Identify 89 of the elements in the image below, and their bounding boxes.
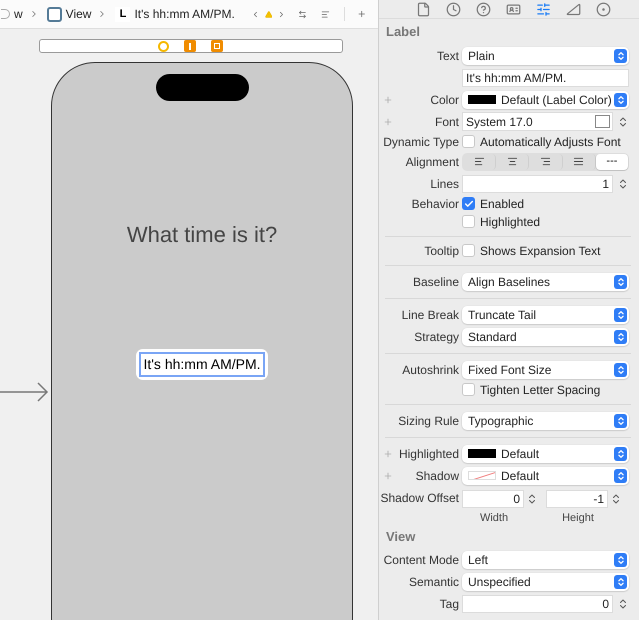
- section-header: View: [385, 528, 416, 546]
- color-name: Default (Label Color): [501, 92, 612, 108]
- text-field[interactable]: It's hh:mm AM/PM.: [462, 68, 629, 86]
- popup-button[interactable]: Fixed Font Size: [462, 360, 629, 378]
- breadcrumb-item[interactable]: It's hh:mm AM/PM.: [134, 5, 235, 23]
- popup-arrows-icon: [614, 274, 627, 288]
- field-caption: Width: [480, 510, 510, 526]
- section-header: Label: [385, 23, 421, 41]
- property-label: Sizing Rule: [398, 412, 459, 430]
- checkbox-label: Enabled: [480, 196, 524, 212]
- number-field[interactable]: 1: [462, 174, 613, 192]
- color-popup[interactable]: Default: [462, 444, 629, 462]
- stepper[interactable]: [610, 492, 622, 504]
- circle-arrow-icon[interactable]: [594, 0, 612, 18]
- arrow-icon: [0, 382, 49, 402]
- stepper[interactable]: [526, 492, 538, 504]
- view-icon: [46, 6, 62, 22]
- color-popup[interactable]: Default (Label Color): [462, 90, 629, 108]
- property-label: Shadow: [416, 468, 459, 484]
- popup-button[interactable]: Typographic: [462, 412, 629, 430]
- font-size-stepper[interactable]: [617, 116, 629, 128]
- popup-arrows-icon: [614, 92, 627, 106]
- popup-button[interactable]: Plain: [462, 46, 629, 64]
- checkbox[interactable]: [462, 215, 475, 228]
- number-field[interactable]: 0: [462, 595, 613, 613]
- popup-button[interactable]: Standard: [462, 328, 629, 346]
- checkbox-label: Automatically Adjusts Font: [480, 134, 621, 150]
- property-label: Shadow Offset: [380, 490, 459, 506]
- checkbox-label: Shows Expansion Text: [480, 242, 601, 260]
- font-picker-icon[interactable]: [595, 115, 610, 128]
- popup-button[interactable]: Truncate Tail: [462, 306, 629, 324]
- property-label: Text: [436, 48, 459, 64]
- number-field[interactable]: -1: [546, 490, 608, 508]
- breadcrumb-item[interactable]: View: [66, 5, 92, 23]
- color-popup[interactable]: Default: [462, 466, 629, 484]
- checkbox[interactable]: [462, 135, 475, 148]
- stepper[interactable]: [617, 598, 629, 610]
- property-label: Dynamic Type: [383, 134, 459, 150]
- scene-icon: [1, 9, 10, 19]
- property-label: Line Break: [402, 306, 459, 324]
- popup-arrows-icon: [614, 446, 627, 460]
- number-field[interactable]: 0: [462, 490, 524, 508]
- property-label: Color: [430, 92, 459, 108]
- exit-icon[interactable]: [211, 40, 223, 52]
- property-label: Autoshrink: [402, 362, 459, 378]
- property-label: Tag: [440, 596, 459, 613]
- label-icon: L: [115, 6, 130, 22]
- first-responder-icon[interactable]: [184, 40, 196, 52]
- property-label: Content Mode: [384, 552, 459, 569]
- checkbox[interactable]: [462, 244, 475, 257]
- property-label: Font: [434, 114, 459, 130]
- field-caption: Height: [562, 510, 595, 526]
- align-justified-icon: [573, 156, 584, 167]
- align-center-icon: [506, 156, 518, 167]
- font-field[interactable]: System 17.0: [462, 112, 613, 131]
- title-label: What time is it?: [126, 221, 278, 249]
- popup-arrows-icon: [614, 414, 627, 428]
- popup-arrows-icon: [614, 575, 627, 589]
- property-label: Behavior: [412, 196, 459, 212]
- align-left-icon: [474, 156, 485, 167]
- property-label: Highlighted: [398, 446, 459, 462]
- popup-arrows-icon: [614, 468, 627, 482]
- property-label: Baseline: [412, 274, 459, 290]
- popup-arrows-icon: [614, 308, 627, 322]
- checkbox[interactable]: [462, 197, 475, 210]
- checkbox[interactable]: [462, 383, 475, 396]
- property-label: Semantic: [408, 574, 459, 591]
- popup-arrows-icon: [614, 48, 627, 62]
- popup-arrows-icon: [614, 362, 627, 376]
- stepper[interactable]: [617, 178, 629, 190]
- property-label: Lines: [430, 176, 459, 192]
- checkbox-label: Highlighted: [480, 214, 540, 230]
- no-color-swatch: [468, 471, 496, 480]
- clock-icon[interactable]: [444, 0, 462, 18]
- popup-arrows-icon: [614, 553, 627, 567]
- property-label: Tooltip: [424, 242, 459, 260]
- help-icon[interactable]: [474, 0, 492, 18]
- popup-button[interactable]: Align Baselines: [462, 272, 629, 290]
- popup-button[interactable]: Left: [462, 551, 629, 569]
- color-name: Default: [501, 468, 540, 484]
- popup-arrows-icon: [614, 330, 627, 344]
- alignment-segment[interactable]: ---: [596, 154, 628, 170]
- align-right-icon: [540, 156, 551, 167]
- property-label: Alignment: [406, 154, 459, 170]
- property-label: Strategy: [414, 328, 459, 346]
- breadcrumb-item[interactable]: w: [14, 5, 23, 23]
- checkbox-label: Tighten Letter Spacing: [480, 382, 600, 398]
- popup-button[interactable]: Unspecified: [462, 573, 629, 591]
- color-name: Default: [501, 446, 540, 462]
